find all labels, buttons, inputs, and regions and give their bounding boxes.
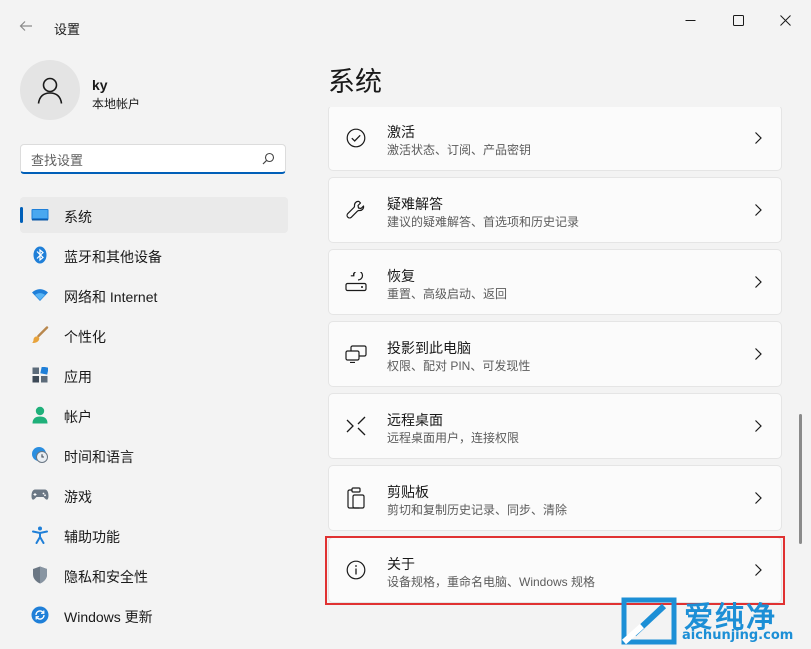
watermark: 爱纯净 aichunjing.com — [612, 590, 811, 649]
search-box[interactable] — [20, 144, 286, 174]
sidebar-item-personalization[interactable]: 个性化 — [20, 317, 288, 353]
title-bar: 设置 — [0, 0, 811, 48]
gamepad-icon — [31, 486, 49, 504]
sidebar-item-bluetooth[interactable]: 蓝牙和其他设备 — [20, 237, 288, 273]
settings-item-subtitle: 剪切和复制历史记录、同步、清除 — [387, 503, 568, 517]
sidebar-item-label: 辅助功能 — [64, 529, 120, 545]
sidebar-item-gaming[interactable]: 游戏 — [20, 477, 288, 513]
minimize-icon[interactable] — [667, 6, 713, 34]
sidebar-item-accessibility[interactable]: 辅助功能 — [20, 517, 288, 553]
sidebar-item-label: 时间和语言 — [64, 449, 134, 465]
system-icon — [31, 206, 49, 224]
app-title: 设置 — [54, 22, 81, 37]
chevron-right-icon — [755, 204, 762, 216]
settings-item-activation[interactable]: 激活 激活状态、订阅、产品密钥 — [328, 107, 782, 171]
settings-item-clipboard[interactable]: 剪贴板 剪切和复制历史记录、同步、清除 — [328, 465, 782, 531]
watermark-logo — [621, 597, 677, 645]
sidebar-item-time-language[interactable]: 时间和语言 — [20, 437, 288, 473]
user-name: ky — [92, 77, 108, 93]
wrench-icon — [345, 199, 367, 221]
maximize-icon[interactable] — [715, 6, 761, 34]
chevron-right-icon — [755, 276, 762, 288]
sidebar-item-label: 蓝牙和其他设备 — [64, 249, 162, 265]
sidebar-item-windows-update[interactable]: Windows 更新 — [20, 597, 288, 633]
remote-desktop-icon — [345, 415, 367, 437]
settings-item-title: 恢复 — [387, 268, 415, 284]
projection-icon — [345, 343, 367, 365]
sidebar-item-label: Windows 更新 — [64, 609, 153, 625]
sidebar-item-system[interactable]: 系统 — [20, 197, 288, 233]
sidebar-item-privacy[interactable]: 隐私和安全性 — [20, 557, 288, 593]
sidebar-nav: 系统 蓝牙和其他设备 网络和 Internet 个性化 应用 帐户 时间和语言 … — [20, 197, 288, 637]
sidebar-item-label: 个性化 — [64, 329, 106, 345]
bluetooth-icon — [31, 246, 49, 264]
settings-item-title: 疑难解答 — [387, 196, 443, 212]
search-input[interactable] — [31, 151, 251, 169]
windows-update-icon — [31, 606, 49, 624]
account-type: 本地帐户 — [92, 97, 141, 111]
settings-item-subtitle: 建议的疑难解答、首选项和历史记录 — [387, 215, 580, 229]
sidebar-item-label: 网络和 Internet — [64, 289, 158, 305]
settings-item-remote-desktop[interactable]: 远程桌面 远程桌面用户，连接权限 — [328, 393, 782, 459]
settings-item-title: 远程桌面 — [387, 412, 443, 428]
back-arrow-icon[interactable] — [14, 14, 38, 38]
settings-item-title: 剪贴板 — [387, 484, 429, 500]
wifi-icon — [31, 286, 49, 304]
account-icon — [31, 406, 49, 424]
page-title: 系统 — [328, 67, 382, 97]
shield-icon — [31, 566, 49, 584]
scrollbar-thumb[interactable] — [799, 414, 802, 544]
settings-item-subtitle: 权限、配对 PIN、可发现性 — [387, 359, 531, 373]
settings-item-subtitle: 激活状态、订阅、产品密钥 — [387, 143, 532, 157]
settings-item-title: 投影到此电脑 — [387, 340, 471, 356]
settings-item-projection[interactable]: 投影到此电脑 权限、配对 PIN、可发现性 — [328, 321, 782, 387]
close-icon[interactable] — [762, 6, 808, 34]
check-circle-icon — [345, 127, 367, 149]
sidebar-item-accounts[interactable]: 帐户 — [20, 397, 288, 433]
sidebar-item-label: 系统 — [64, 209, 92, 225]
sidebar-item-label: 帐户 — [64, 409, 92, 425]
sidebar-item-network[interactable]: 网络和 Internet — [20, 277, 288, 313]
search-icon[interactable] — [262, 152, 275, 165]
sidebar-item-label: 游戏 — [64, 489, 92, 505]
settings-item-title: 激活 — [387, 124, 415, 140]
settings-item-recovery[interactable]: 恢复 重置、高级启动、返回 — [328, 249, 782, 315]
globe-clock-icon — [31, 446, 49, 464]
brush-icon — [31, 326, 49, 344]
settings-item-subtitle: 远程桌面用户，连接权限 — [387, 431, 520, 445]
clipboard-icon — [345, 487, 367, 509]
chevron-right-icon — [755, 132, 762, 144]
accessibility-icon — [31, 526, 49, 544]
chevron-right-icon — [755, 492, 762, 504]
sidebar-item-apps[interactable]: 应用 — [20, 357, 288, 393]
apps-icon — [31, 366, 49, 384]
person-icon — [20, 60, 80, 120]
sidebar-item-label: 隐私和安全性 — [64, 569, 148, 585]
watermark-url: aichunjing.com — [682, 628, 794, 643]
settings-item-subtitle: 重置、高级启动、返回 — [387, 287, 508, 301]
chevron-right-icon — [755, 348, 762, 360]
settings-item-troubleshoot[interactable]: 疑难解答 建议的疑难解答、首选项和历史记录 — [328, 177, 782, 243]
sidebar-item-label: 应用 — [64, 369, 92, 385]
chevron-right-icon — [755, 420, 762, 432]
recovery-icon — [345, 271, 367, 293]
